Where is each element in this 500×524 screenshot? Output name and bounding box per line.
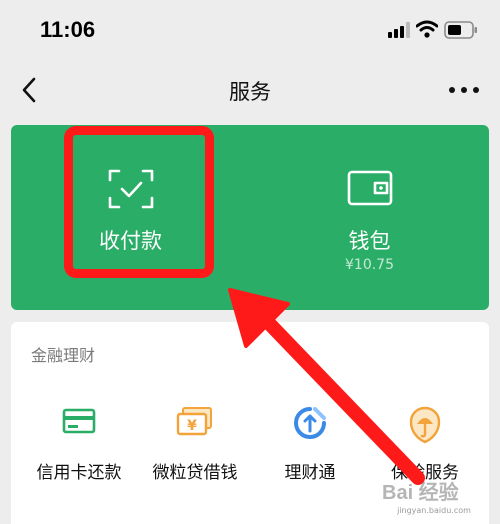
yuan-coin-icon: ¥: [176, 407, 212, 436]
status-time: 11:06: [40, 17, 96, 42]
credit-card-icon: [62, 408, 96, 434]
nav-bar: 服务: [0, 62, 500, 118]
licaitong-button[interactable]: 理财通: [250, 402, 370, 502]
credit-card-repay-button[interactable]: 信用卡还款: [19, 402, 139, 502]
wallet-button[interactable]: 钱包 ¥10.75: [250, 125, 489, 310]
cellular-signal-icon: [388, 22, 410, 38]
section-title: 金融理财: [31, 346, 96, 365]
watermark-logo: Bai 经验: [382, 482, 459, 504]
battery-icon: [444, 21, 477, 39]
wifi-icon: [416, 20, 438, 38]
status-bar: 11:06: [0, 0, 500, 60]
page-title: 服务: [229, 80, 271, 104]
weilidai-loan-button[interactable]: ¥ 微粒贷借钱: [135, 402, 255, 502]
annotation-highlight-box: [64, 126, 214, 278]
more-options-icon[interactable]: [446, 80, 482, 100]
watermark-url: jingyan.baidu.com: [397, 506, 471, 515]
wallet-icon: [347, 170, 392, 206]
wallet-balance: ¥10.75: [345, 257, 394, 273]
shield-umbrella-icon: [409, 406, 441, 444]
svg-text:¥: ¥: [187, 418, 197, 434]
licaitong-icon: [294, 407, 326, 439]
wallet-label: 钱包: [348, 229, 391, 253]
